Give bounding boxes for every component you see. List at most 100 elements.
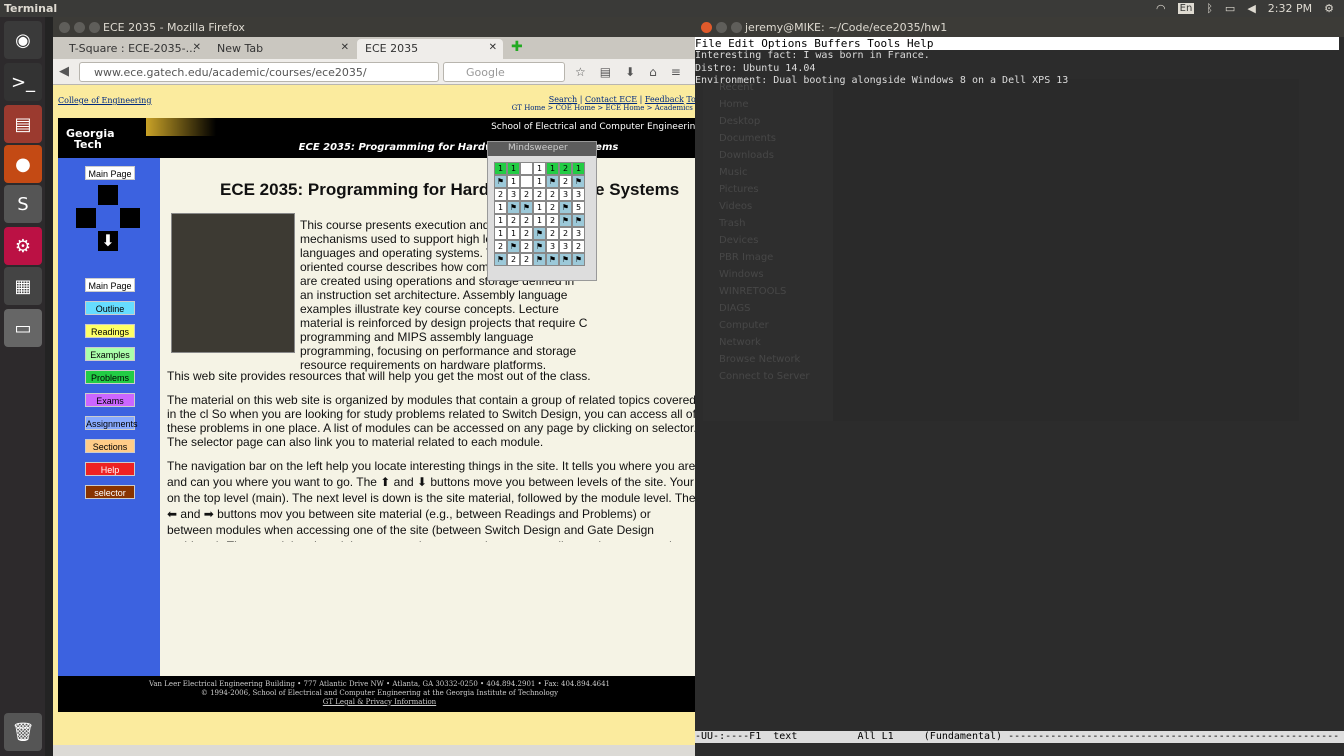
- gear-icon[interactable]: ⚙: [1324, 2, 1334, 15]
- mine-cell[interactable]: 2: [559, 175, 572, 188]
- nav-readings[interactable]: Readings: [85, 324, 135, 338]
- mine-cell[interactable]: ⚑: [546, 253, 559, 266]
- menu-buffers[interactable]: Buffers: [814, 37, 860, 50]
- mine-cell[interactable]: 1: [494, 162, 507, 175]
- nav-exams[interactable]: Exams: [85, 393, 135, 407]
- mine-cell[interactable]: 1: [533, 214, 546, 227]
- nav-help[interactable]: Help: [85, 462, 135, 476]
- terminal-icon[interactable]: >_: [4, 63, 42, 101]
- mine-cell[interactable]: ⚑: [572, 214, 585, 227]
- nav-examples[interactable]: Examples: [85, 347, 135, 361]
- left-arrow-button[interactable]: [76, 208, 96, 228]
- mine-cell[interactable]: ⚑: [559, 201, 572, 214]
- volume-icon[interactable]: ◀: [1247, 2, 1255, 15]
- mine-cell[interactable]: 1: [507, 175, 520, 188]
- dash-icon[interactable]: ◉: [4, 21, 42, 59]
- keyboard-layout[interactable]: En: [1177, 3, 1195, 14]
- mine-cell[interactable]: 2: [520, 240, 533, 253]
- mine-cell[interactable]: 2: [533, 188, 546, 201]
- maximize-icon[interactable]: [731, 22, 742, 33]
- close-icon[interactable]: [701, 22, 712, 33]
- menu-options[interactable]: Options: [761, 37, 807, 50]
- sublime-icon[interactable]: S: [4, 185, 42, 223]
- settings-icon[interactable]: ⚙: [4, 227, 42, 265]
- mine-cell[interactable]: 2: [546, 214, 559, 227]
- mine-cell[interactable]: 2: [520, 188, 533, 201]
- search-link[interactable]: Search: [549, 95, 577, 104]
- up-arrow-button[interactable]: [98, 185, 118, 205]
- mine-cell[interactable]: 1: [494, 227, 507, 240]
- minimize-icon[interactable]: [716, 22, 727, 33]
- wifi-icon[interactable]: ◠: [1156, 2, 1166, 15]
- nav-assignments[interactable]: Assignments: [85, 416, 138, 430]
- mine-cell[interactable]: 1: [507, 227, 520, 240]
- mine-cell[interactable]: 2: [559, 227, 572, 240]
- emacs-buffer[interactable]: Interesting fact: I was born in France. D…: [695, 50, 1299, 88]
- nav-sections[interactable]: Sections: [85, 439, 135, 453]
- minesweeper-grid[interactable]: 1 1 1 1 2 1 ⚑ 1 1 ⚑ 2 ⚑ 2 3 2 2 2 3 3 1 ⚑ ⚑ 1 2 ⚑ 5 1 2 2 1 2 ⚑ ⚑ 1 1 2 ⚑ 2 2 3…: [494, 162, 585, 266]
- mine-cell[interactable]: [520, 162, 533, 175]
- feedback-link[interactable]: Feedback: [645, 95, 684, 104]
- breadcrumb-gt[interactable]: GT Home: [512, 104, 546, 112]
- tab-tsquare[interactable]: T-Square : ECE-2035-... ✕: [61, 39, 207, 59]
- mine-cell[interactable]: 1: [507, 162, 520, 175]
- mine-cell[interactable]: [520, 175, 533, 188]
- bookmark-star-icon[interactable]: ☆: [575, 65, 586, 79]
- menu-file[interactable]: File: [695, 37, 722, 50]
- clock[interactable]: 2:32 PM: [1268, 2, 1312, 15]
- mine-cell[interactable]: 3: [572, 227, 585, 240]
- mine-cell[interactable]: ⚑: [533, 240, 546, 253]
- drive-icon[interactable]: ▭: [4, 309, 42, 347]
- tab-ece2035[interactable]: ECE 2035 ✕: [357, 39, 503, 59]
- main-page-top-button[interactable]: Main Page: [85, 166, 135, 180]
- down-arrow-button[interactable]: ⬇: [98, 231, 118, 251]
- close-tab-icon[interactable]: ✕: [489, 42, 497, 53]
- battery-icon[interactable]: ▭: [1225, 2, 1235, 15]
- mine-cell[interactable]: ⚑: [559, 253, 572, 266]
- nav-problems[interactable]: Problems: [85, 370, 135, 384]
- mine-cell[interactable]: 1: [533, 175, 546, 188]
- mine-cell[interactable]: ⚑: [494, 175, 507, 188]
- menu-edit[interactable]: Edit: [728, 37, 755, 50]
- mine-cell[interactable]: 1: [494, 214, 507, 227]
- mine-cell[interactable]: ⚑: [507, 201, 520, 214]
- contact-link[interactable]: Contact ECE: [585, 95, 637, 104]
- new-tab-button[interactable]: ✚: [511, 39, 523, 55]
- mine-cell[interactable]: 2: [546, 188, 559, 201]
- mine-cell[interactable]: 3: [559, 188, 572, 201]
- gt-logo[interactable]: Georgia Tech: [58, 118, 146, 158]
- mine-cell[interactable]: 2: [494, 188, 507, 201]
- mine-cell[interactable]: 1: [494, 201, 507, 214]
- mine-cell[interactable]: 3: [572, 188, 585, 201]
- mine-cell[interactable]: 2: [507, 253, 520, 266]
- bluetooth-icon[interactable]: ᛒ: [1206, 2, 1213, 15]
- mine-cell[interactable]: 5: [572, 201, 585, 214]
- nav-main-page[interactable]: Main Page: [85, 278, 135, 292]
- mine-cell[interactable]: 2: [494, 240, 507, 253]
- mine-cell[interactable]: ⚑: [559, 214, 572, 227]
- maximize-icon[interactable]: [89, 22, 100, 33]
- home-icon[interactable]: ⌂: [649, 65, 657, 79]
- trash-icon[interactable]: 🗑: [4, 713, 42, 751]
- back-icon[interactable]: ◀: [59, 64, 69, 79]
- menu-icon[interactable]: ≡: [671, 65, 681, 79]
- mine-cell[interactable]: ⚑: [533, 253, 546, 266]
- workspace-icon[interactable]: ▦: [4, 267, 42, 305]
- close-icon[interactable]: [59, 22, 70, 33]
- menu-tools[interactable]: Tools: [867, 37, 900, 50]
- mine-cell[interactable]: 1: [533, 201, 546, 214]
- mine-cell[interactable]: 2: [507, 214, 520, 227]
- mine-cell[interactable]: 2: [520, 227, 533, 240]
- mine-cell[interactable]: 3: [546, 240, 559, 253]
- download-icon[interactable]: ⬇: [625, 65, 635, 79]
- mine-cell[interactable]: ⚑: [546, 175, 559, 188]
- bookmarks-icon[interactable]: ▤: [600, 65, 611, 79]
- right-arrow-button[interactable]: [120, 208, 140, 228]
- nav-selector[interactable]: selector: [85, 485, 135, 499]
- menu-help[interactable]: Help: [907, 37, 934, 50]
- mine-cell[interactable]: 3: [559, 240, 572, 253]
- mine-cell[interactable]: 1: [572, 162, 585, 175]
- mine-cell[interactable]: ⚑: [494, 253, 507, 266]
- footer-legal-link[interactable]: GT Legal & Privacy Information: [58, 698, 701, 707]
- search-input[interactable]: Google: [443, 62, 565, 82]
